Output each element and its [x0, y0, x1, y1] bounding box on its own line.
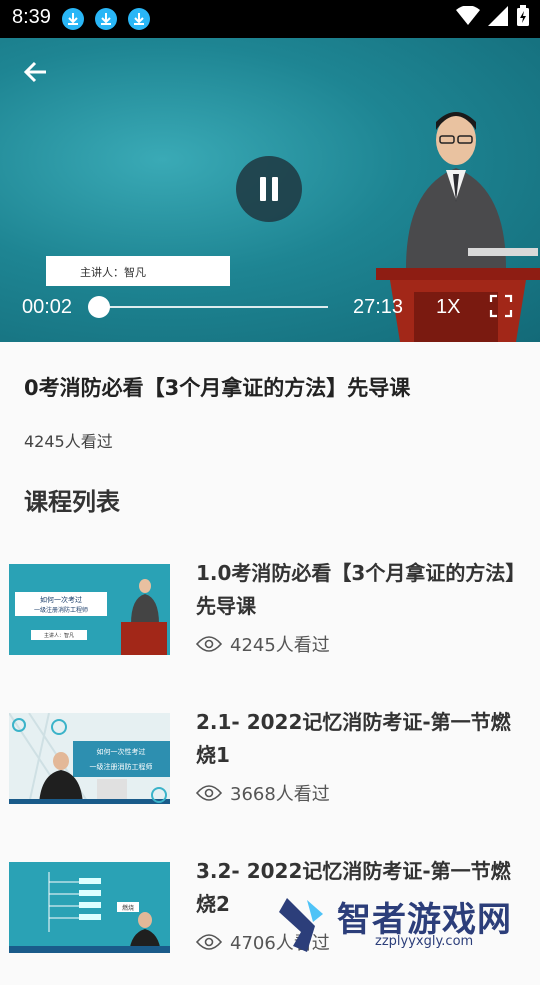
- download-notification-icon: [95, 8, 117, 30]
- pause-button[interactable]: [236, 156, 302, 222]
- signal-icon: [488, 6, 508, 30]
- thumb-text: 如何一次性考过: [97, 747, 146, 756]
- wifi-icon: [456, 5, 480, 30]
- thumb-text: 一级注册消防工程师: [34, 606, 88, 614]
- total-time: 27:13: [353, 296, 404, 318]
- lesson-views: 4245人看过: [195, 631, 330, 657]
- lesson-title: 2.1- 2022记忆消防考证-第一节燃烧1: [196, 710, 511, 767]
- seek-handle[interactable]: [88, 296, 110, 318]
- watermark: 智者游戏网 zzplyyxgly.com: [265, 890, 540, 960]
- course-view-count: 4245人看过: [24, 432, 113, 451]
- status-bar: 8:39: [0, 0, 540, 38]
- lesson-thumbnail: 如何一次性考过 一级注册消防工程师: [9, 713, 170, 804]
- player-controls: 00:02 27:13 1X: [0, 286, 540, 330]
- playback-speed-button[interactable]: 1X: [436, 296, 460, 319]
- thumb-text: 如何一次考过: [40, 595, 82, 604]
- lesson-item[interactable]: 如何一次考过 一级注册消防工程师 主讲人：智凡 1.0考消防必看【3个月拿证的方…: [0, 557, 540, 687]
- pause-icon: [260, 177, 266, 201]
- eye-icon: [195, 636, 223, 652]
- download-notification-icon: [128, 8, 150, 30]
- pause-icon-bar: [272, 177, 278, 201]
- lecturer-caption: 主讲人：智凡: [46, 256, 230, 286]
- battery-charging-icon: [516, 5, 530, 31]
- lesson-title: 1.0考消防必看【3个月拿证的方法】先导课: [196, 561, 526, 618]
- video-player[interactable]: 主讲人：智凡 00:02 27:13 1X: [0, 38, 540, 342]
- lesson-thumbnail: 燃烧: [9, 862, 170, 953]
- current-time: 00:02: [22, 296, 73, 318]
- lesson-item[interactable]: 如何一次性考过 一级注册消防工程师 2.1- 2022记忆消防考证-第一节燃烧1…: [0, 706, 540, 836]
- back-arrow-icon[interactable]: [20, 56, 52, 88]
- lesson-views: 3668人看过: [195, 780, 330, 806]
- status-time: 8:39: [12, 6, 51, 28]
- eye-icon: [195, 785, 223, 801]
- lesson-view-count: 3668人看过: [230, 784, 330, 805]
- course-title: 0考消防必看【3个月拿证的方法】先导课: [24, 376, 411, 400]
- eye-icon: [195, 934, 223, 950]
- download-notification-icon: [62, 8, 84, 30]
- lesson-view-count: 4245人看过: [230, 635, 330, 656]
- section-title: 课程列表: [24, 488, 120, 516]
- thumb-text: 燃烧: [122, 904, 134, 912]
- thumb-text: 一级注册消防工程师: [90, 762, 153, 771]
- thumb-text: 主讲人：智凡: [44, 632, 74, 639]
- watermark-url: zzplyyxgly.com: [375, 934, 474, 949]
- fullscreen-icon[interactable]: [489, 294, 513, 318]
- lesson-thumbnail: 如何一次考过 一级注册消防工程师 主讲人：智凡: [9, 564, 170, 655]
- seek-bar[interactable]: [96, 306, 328, 308]
- watermark-logo: [279, 898, 323, 952]
